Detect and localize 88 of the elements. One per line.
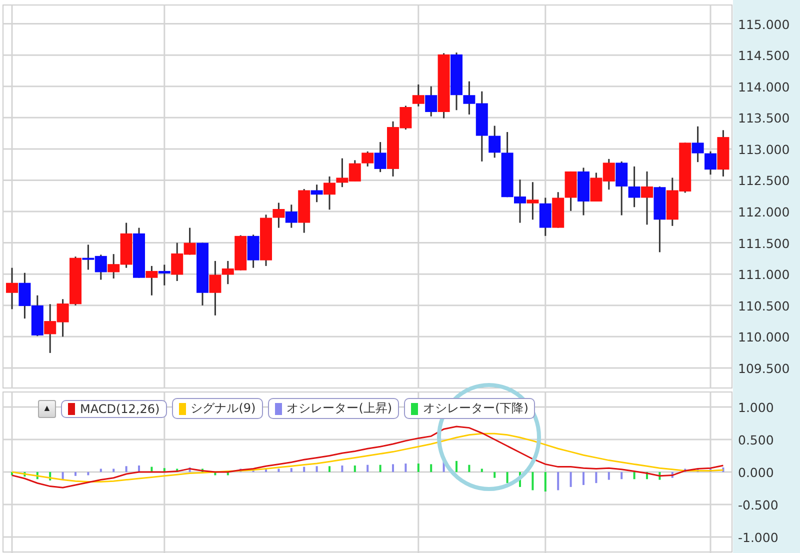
legend-item[interactable]: オシレーター(上昇): [268, 398, 400, 419]
oscillator-bar: [303, 466, 306, 472]
oscillator-bar: [430, 464, 432, 472]
oscillator-bar: [696, 468, 699, 472]
axis-label: 113.500: [738, 110, 790, 126]
oscillator-bar: [722, 467, 724, 472]
candlestick: [666, 178, 678, 226]
oscillator-bar: [658, 472, 661, 480]
legend-item[interactable]: シグナル(9): [172, 398, 263, 419]
oscillator-bar: [240, 468, 242, 472]
oscillator-bar: [366, 464, 369, 472]
oscillator-bar: [608, 472, 610, 480]
oscillator-bar: [404, 464, 407, 472]
oscillator-bar: [49, 472, 52, 480]
oscillator-bar: [176, 468, 178, 472]
axis-label: 112.500: [738, 173, 790, 188]
candlestick: [628, 166, 640, 208]
candlestick: [31, 295, 44, 336]
oscillator-bar: [316, 466, 318, 472]
oscillator-bar: [633, 472, 636, 480]
oscillator-bar: [62, 472, 64, 480]
candlestick: [56, 299, 69, 337]
oscillator-bar: [188, 467, 191, 472]
axis-label: 114.000: [738, 79, 790, 94]
candlestick: [679, 142, 692, 193]
collapse-button[interactable]: ▲: [38, 400, 56, 418]
oscillator-bar: [570, 472, 572, 487]
oscillator-bar: [36, 472, 38, 480]
oscillator-bar: [341, 466, 344, 472]
oscillator-bar: [506, 472, 508, 484]
axis-label: 112.000: [738, 204, 790, 220]
candlestick: [539, 198, 552, 236]
oscillator-bar: [112, 468, 115, 472]
candlestick: [641, 171, 653, 225]
legend-label: MACD(12,26): [80, 402, 160, 416]
oscillator-bar: [595, 472, 598, 484]
axis-label: -1.000: [738, 530, 778, 546]
oscillator-bar: [163, 468, 166, 472]
oscillator-bar: [620, 472, 623, 480]
legend-label: シグナル(9): [190, 400, 256, 417]
candlestick: [552, 192, 564, 228]
candlestick: [564, 171, 577, 211]
oscillator-bar: [214, 472, 216, 476]
axis-label: 113.000: [738, 142, 790, 157]
axis-label: 114.500: [738, 48, 790, 64]
candlestick: [336, 158, 348, 188]
legend-label: オシレーター(下降): [423, 400, 528, 417]
legend-item[interactable]: MACD(12,26): [61, 400, 167, 418]
candlestick: [94, 254, 107, 280]
axis-label: 109.500: [738, 360, 790, 376]
oscillator-bar: [354, 466, 356, 472]
oscillator-bar: [671, 472, 674, 478]
axis-label: 0.500: [738, 432, 774, 448]
axis-label: -0.500: [738, 498, 778, 513]
oscillator-bar: [417, 464, 420, 472]
oscillator-bar: [290, 468, 292, 472]
oscillator-bar: [544, 472, 546, 492]
oscillator-bar: [24, 472, 26, 477]
oscillator-bar: [480, 468, 483, 472]
axis-label: 115.000: [738, 16, 790, 32]
axis-label: 111.000: [738, 267, 790, 282]
candlestick: [526, 182, 539, 220]
oscillator-bar: [494, 472, 496, 478]
axis-label: 110.500: [738, 298, 790, 314]
legend-label: オシレーター(上昇): [286, 400, 392, 417]
legend-item[interactable]: オシレーター(下降): [404, 398, 536, 419]
oscillator-bar: [684, 468, 686, 472]
oscillator-bar: [379, 464, 382, 472]
axis-label: 1.000: [738, 400, 774, 415]
oscillator-bar: [150, 466, 153, 472]
axis-label: 0.000: [738, 465, 774, 480]
oscillator-bar: [557, 472, 560, 490]
candlestick: [18, 272, 31, 319]
oscillator-bar: [100, 468, 102, 472]
axis-label: 111.500: [738, 236, 790, 251]
oscillator-bar: [278, 468, 280, 472]
candlestick: [44, 304, 56, 353]
oscillator-bar: [468, 464, 470, 472]
candlestick: [654, 186, 666, 252]
oscillator-bar: [87, 472, 90, 476]
oscillator-bar: [125, 466, 128, 472]
candlestick: [412, 84, 424, 106]
oscillator-bar: [252, 468, 254, 472]
candlestick: [6, 268, 18, 310]
oscillator-bar: [532, 472, 534, 490]
oscillator-bar: [226, 472, 229, 476]
axis-label: 110.000: [738, 330, 790, 345]
oscillator-bar: [442, 460, 445, 472]
